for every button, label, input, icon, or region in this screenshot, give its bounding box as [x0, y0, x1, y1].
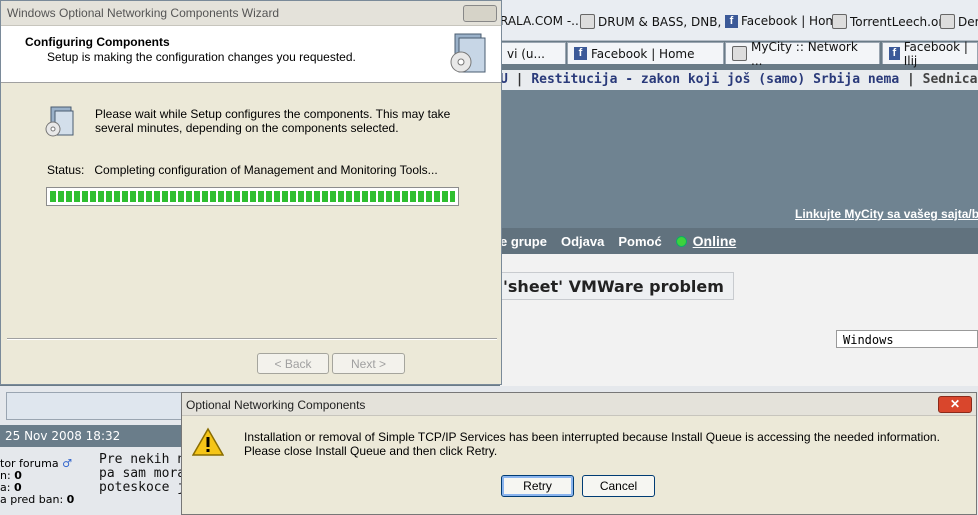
- user-info-value: 0: [66, 493, 75, 506]
- nav-groups[interactable]: e grupe: [500, 234, 547, 249]
- bookmark-label: DRUM & BASS, DNB, ...: [598, 14, 737, 29]
- setup-cd-icon: [447, 30, 491, 80]
- bookmark-item[interactable]: Dem: [940, 14, 978, 29]
- alert-titlebar[interactable]: Optional Networking Components ✕: [182, 393, 976, 416]
- wizard-status: Status: Completing configuration of Manag…: [47, 163, 438, 177]
- alert-dialog: Optional Networking Components ✕ Install…: [181, 392, 977, 515]
- wizard-header-title: Configuring Components: [25, 35, 170, 49]
- progress-bar: [46, 187, 459, 206]
- wizard-header: Configuring Components Setup is making t…: [1, 26, 501, 83]
- facebook-icon: f: [574, 47, 587, 60]
- topic-title: 'sheet' VMWare problem: [500, 272, 734, 300]
- wizard-header-subtitle: Setup is making the configuration change…: [47, 50, 356, 64]
- facebook-icon: f: [889, 47, 900, 60]
- post-text: Pre nekih ne pa sam mora poteskoce je: [99, 453, 181, 495]
- bookmark-item[interactable]: RALA.COM -...: [500, 14, 583, 28]
- status-value: Completing configuration of Management a…: [94, 163, 438, 177]
- mycity-icon: [732, 46, 747, 61]
- male-icon: ♂: [62, 457, 72, 470]
- forum-select[interactable]: Windows: [836, 330, 978, 348]
- online-status[interactable]: Online: [675, 233, 737, 249]
- retry-button[interactable]: Retry: [501, 475, 574, 497]
- bookmark-label: TorrentLeech.org: [850, 14, 951, 29]
- site-icon: [580, 14, 595, 29]
- user-info: tor foruma ♂ n: 0 a: 0 a pred ban: 0: [0, 458, 95, 506]
- browser-tab[interactable]: vi (u...: [500, 42, 566, 64]
- site-icon: [832, 14, 847, 29]
- networking-wizard-window: Windows Optional Networking Components W…: [0, 0, 502, 385]
- setup-computer-icon: [45, 105, 77, 143]
- bookmark-item[interactable]: f Facebook | Home: [725, 14, 845, 28]
- post-line: pa sam mora: [99, 466, 181, 481]
- cancel-button[interactable]: Cancel: [582, 475, 655, 497]
- ticker-link[interactable]: Restitucija - zakon koji još (samo) Srbi…: [531, 72, 899, 87]
- reply-bar[interactable]: [6, 392, 183, 420]
- nav-help[interactable]: Pomoć: [618, 234, 661, 249]
- wizard-separator: [7, 338, 497, 340]
- bookmark-label: RALA.COM -...: [500, 14, 583, 28]
- back-button[interactable]: < Back: [257, 353, 329, 374]
- online-dot-icon: [675, 235, 687, 247]
- link-to-mycity[interactable]: Linkujte MyCity sa vašeg sajta/bl: [795, 207, 978, 221]
- bookmark-item[interactable]: DRUM & BASS, DNB, ...: [580, 14, 737, 29]
- browser-tab[interactable]: f Facebook | Ilij: [882, 40, 978, 68]
- status-label: Status:: [47, 163, 85, 177]
- post-line: Pre nekih ne: [99, 453, 181, 467]
- user-stat: a pred ban: 0: [0, 494, 95, 506]
- tab-label: Facebook | Home: [591, 46, 695, 61]
- alert-message: Installation or removal of Simple TCP/IP…: [244, 430, 940, 458]
- bookmark-label: Dem: [958, 14, 978, 29]
- bookmark-label: Facebook | Home: [741, 14, 845, 28]
- close-icon[interactable]: ✕: [938, 396, 972, 413]
- user-info-label: a pred ban:: [0, 493, 64, 506]
- online-label: Online: [692, 233, 737, 249]
- tab-label: MyCity :: Network ...: [751, 39, 858, 68]
- next-button[interactable]: Next >: [332, 353, 405, 374]
- tab-label: Facebook | Ilij: [903, 39, 968, 68]
- tab-label: vi (u...: [507, 46, 545, 61]
- wizard-message: Please wait while Setup configures the c…: [95, 107, 451, 135]
- progress-fill: [50, 191, 455, 202]
- facebook-icon: f: [725, 14, 738, 28]
- wizard-titlebar-button[interactable]: [463, 5, 497, 22]
- browser-tab[interactable]: f Facebook | Home: [567, 42, 724, 64]
- news-ticker: U | Restitucija - zakon koji još (samo) …: [500, 70, 978, 90]
- post-date: 25 Nov 2008 18:32: [0, 425, 181, 447]
- wizard-title: Windows Optional Networking Components W…: [7, 6, 280, 20]
- site-icon: [940, 14, 955, 29]
- site-nav: e grupe Odjava Pomoć Online: [500, 228, 978, 254]
- post-line: poteskoce je: [99, 480, 181, 495]
- warning-icon: [191, 427, 225, 461]
- alert-title: Optional Networking Components: [186, 398, 366, 412]
- browser-tab[interactable]: MyCity :: Network ...: [725, 40, 880, 68]
- ticker-separator: |: [907, 72, 915, 87]
- bookmark-item[interactable]: TorrentLeech.org: [832, 14, 951, 29]
- ticker-link[interactable]: Sednica Saveta za ko: [923, 72, 978, 87]
- ticker-separator: |: [515, 72, 524, 87]
- nav-logout[interactable]: Odjava: [561, 234, 604, 249]
- wizard-titlebar[interactable]: Windows Optional Networking Components W…: [1, 1, 501, 26]
